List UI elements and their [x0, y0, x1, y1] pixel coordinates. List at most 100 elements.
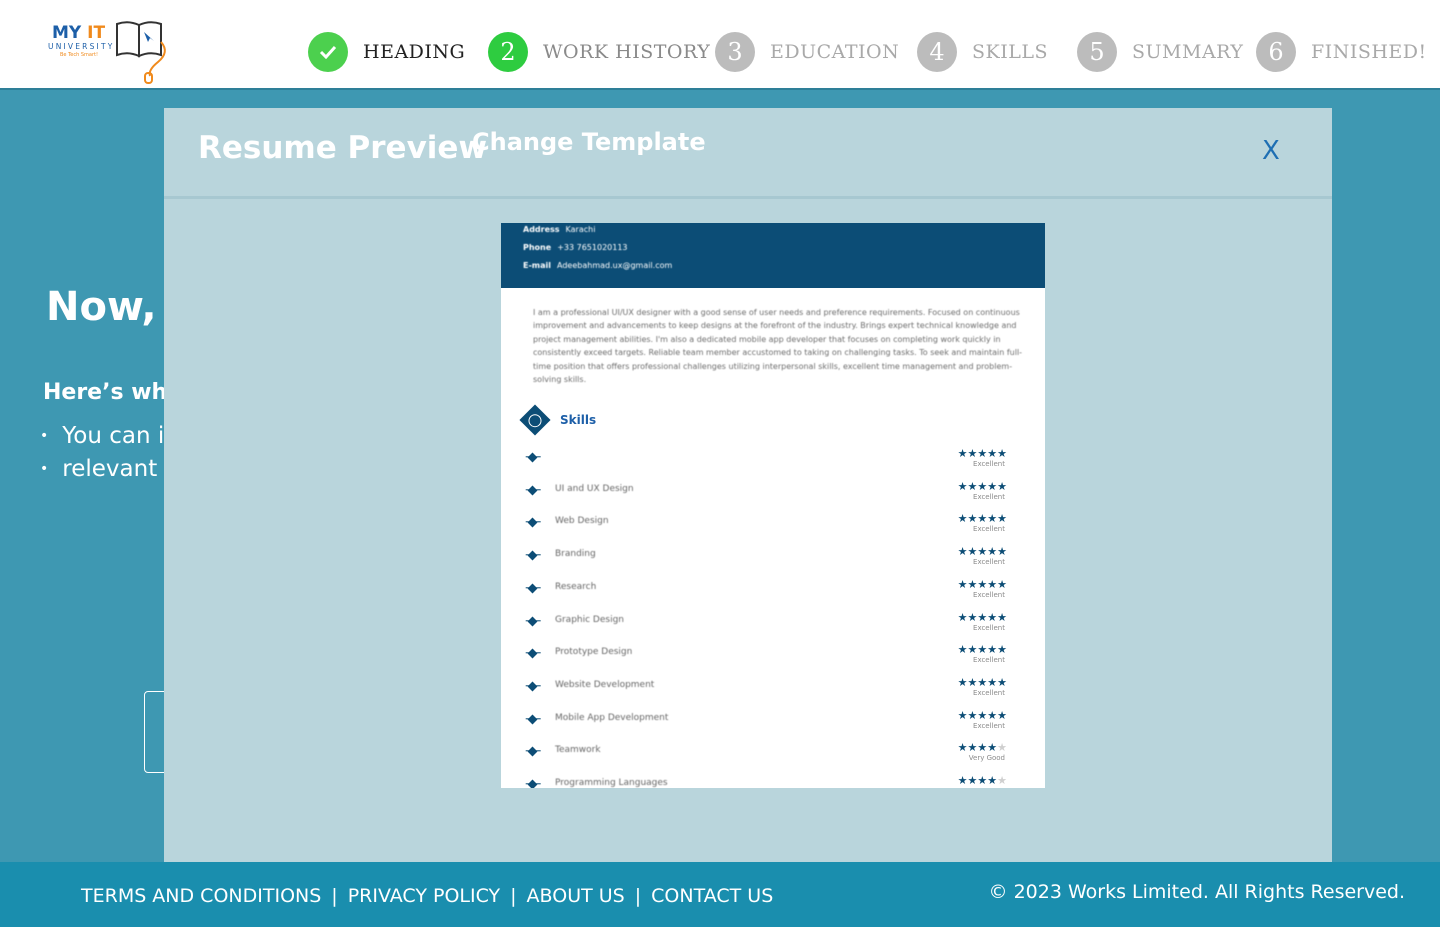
brand-logo[interactable]: MY IT UNIVERSITY Be Tech Smart! [46, 18, 171, 86]
star-icon: ★ [997, 708, 1007, 722]
star-icon: ★ [967, 545, 978, 559]
step-work-history[interactable]: 2 WORK HISTORY [488, 32, 710, 72]
skill-bullet-icon [527, 681, 538, 692]
star-icon: ★ [997, 774, 1007, 787]
star-icon: ★ [957, 447, 968, 460]
skill-rating-stars: ★★★★★ [958, 480, 1007, 493]
separator: | [510, 885, 517, 907]
star-icon: ★ [977, 545, 988, 559]
skill-bullet-icon [527, 779, 538, 788]
star-icon: ★ [997, 545, 1007, 559]
contact-link[interactable]: CONTACT US [651, 885, 773, 907]
skill-level: Excellent [973, 656, 1005, 665]
skill-rating-stars: ★★★★★ [958, 447, 1007, 460]
star-icon: ★ [957, 675, 968, 689]
skill-name: Prototype Design [555, 647, 633, 658]
about-link[interactable]: ABOUT US [527, 885, 625, 907]
skill-bullet-icon [527, 746, 538, 757]
skills-title: Skills [560, 413, 597, 427]
change-template-link[interactable]: Change Template [472, 128, 706, 156]
tips-list: You can i relevant e [40, 420, 179, 486]
star-icon: ★ [967, 643, 978, 657]
star-icon: ★ [967, 610, 978, 624]
skill-bullet-icon [527, 517, 538, 528]
copyright-text: © 2023 Works Limited. All Rights Reserve… [988, 881, 1405, 903]
skill-level: Excellent [973, 460, 1005, 468]
step-label: HEADING [363, 41, 466, 63]
skill-bullet-icon [527, 648, 538, 659]
skill-rating-stars: ★★★★★ [958, 741, 1007, 754]
star-icon: ★ [967, 708, 978, 722]
star-icon: ★ [977, 741, 988, 755]
skill-row: Mobile App Development ★★★★★ Excellent [527, 708, 1007, 740]
step-number: 3 [715, 32, 755, 72]
step-summary[interactable]: 5 SUMMARY [1077, 32, 1243, 72]
star-icon: ★ [957, 512, 968, 526]
step-finished[interactable]: 6 FINISHED! [1256, 32, 1427, 72]
skill-row: Programming Languages ★★★★★ [527, 774, 1007, 788]
star-icon: ★ [977, 577, 988, 591]
skill-rating-stars: ★★★★★ [958, 512, 1007, 525]
skill-name: Research [555, 581, 597, 592]
step-number: 5 [1077, 32, 1117, 72]
star-icon: ★ [987, 741, 998, 755]
star-icon: ★ [967, 741, 978, 755]
page-subtitle: Here’s wha [43, 380, 183, 405]
star-icon: ★ [997, 479, 1007, 493]
star-icon: ★ [997, 741, 1007, 755]
skill-level: Excellent [973, 623, 1005, 632]
star-icon: ★ [977, 675, 988, 689]
skill-level: Excellent [973, 558, 1005, 567]
step-skills[interactable]: 4 SKILLS [917, 32, 1048, 72]
skills-badge-icon [519, 404, 551, 436]
terms-link[interactable]: TERMS AND CONDITIONS [81, 885, 321, 907]
skills-section-header: Skills [519, 404, 597, 436]
skill-bullet-icon [527, 714, 538, 725]
privacy-link[interactable]: PRIVACY POLICY [348, 885, 500, 907]
star-icon: ★ [967, 774, 978, 787]
skill-level: Excellent [973, 590, 1005, 599]
close-icon[interactable]: X [1262, 136, 1280, 166]
skill-row: Web Design ★★★★★ Excellent [527, 512, 1007, 543]
tip-item: You can i [40, 420, 179, 453]
skill-rating-stars: ★★★★★ [958, 611, 1007, 624]
skill-bullet-icon [527, 550, 538, 561]
separator: | [331, 885, 338, 907]
skill-bullet-icon [527, 616, 538, 626]
contact-address: Address Karachi [523, 225, 596, 234]
resume-summary: I am a professional UI/UX designer with … [533, 308, 1023, 385]
skill-row: UI and UX Design ★★★★★ Excellent [527, 480, 1007, 511]
step-heading[interactable]: HEADING [308, 32, 465, 72]
star-icon: ★ [977, 512, 988, 526]
star-icon: ★ [987, 545, 998, 559]
step-label: WORK HISTORY [543, 41, 711, 63]
step-education[interactable]: 3 EDUCATION [715, 32, 899, 72]
star-icon: ★ [987, 577, 998, 591]
star-icon: ★ [957, 545, 968, 559]
star-icon: ★ [987, 479, 998, 493]
skill-row: Prototype Design ★★★★★ Excellent [527, 643, 1007, 674]
star-icon: ★ [977, 774, 988, 787]
star-icon: ★ [957, 577, 968, 591]
contact-phone: Phone +33 7651020113 [523, 243, 628, 252]
check-icon [308, 32, 348, 72]
star-icon: ★ [957, 610, 968, 624]
step-label: SKILLS [972, 41, 1048, 63]
contact-email: E-mail Adeebahmad.ux@gmail.com [523, 261, 673, 270]
star-icon: ★ [997, 512, 1007, 526]
book-mouse-icon [116, 21, 166, 84]
skill-row: Research ★★★★★ Excellent [527, 578, 1007, 609]
step-number: 6 [1256, 32, 1296, 72]
star-icon: ★ [997, 577, 1007, 591]
skill-row: Branding ★★★★★ Excellent [527, 545, 1007, 576]
logo-university-text: UNIVERSITY [48, 42, 115, 51]
skill-rating-stars: ★★★★★ [958, 578, 1007, 591]
skill-name: Branding [555, 549, 596, 560]
star-icon: ★ [987, 447, 998, 460]
star-icon: ★ [987, 610, 998, 624]
footer: TERMS AND CONDITIONS | PRIVACY POLICY | … [0, 862, 1440, 927]
star-icon: ★ [997, 675, 1007, 689]
star-icon: ★ [977, 708, 988, 722]
skill-row: Teamwork ★★★★★ Very Good [527, 741, 1007, 772]
star-icon: ★ [977, 643, 988, 657]
